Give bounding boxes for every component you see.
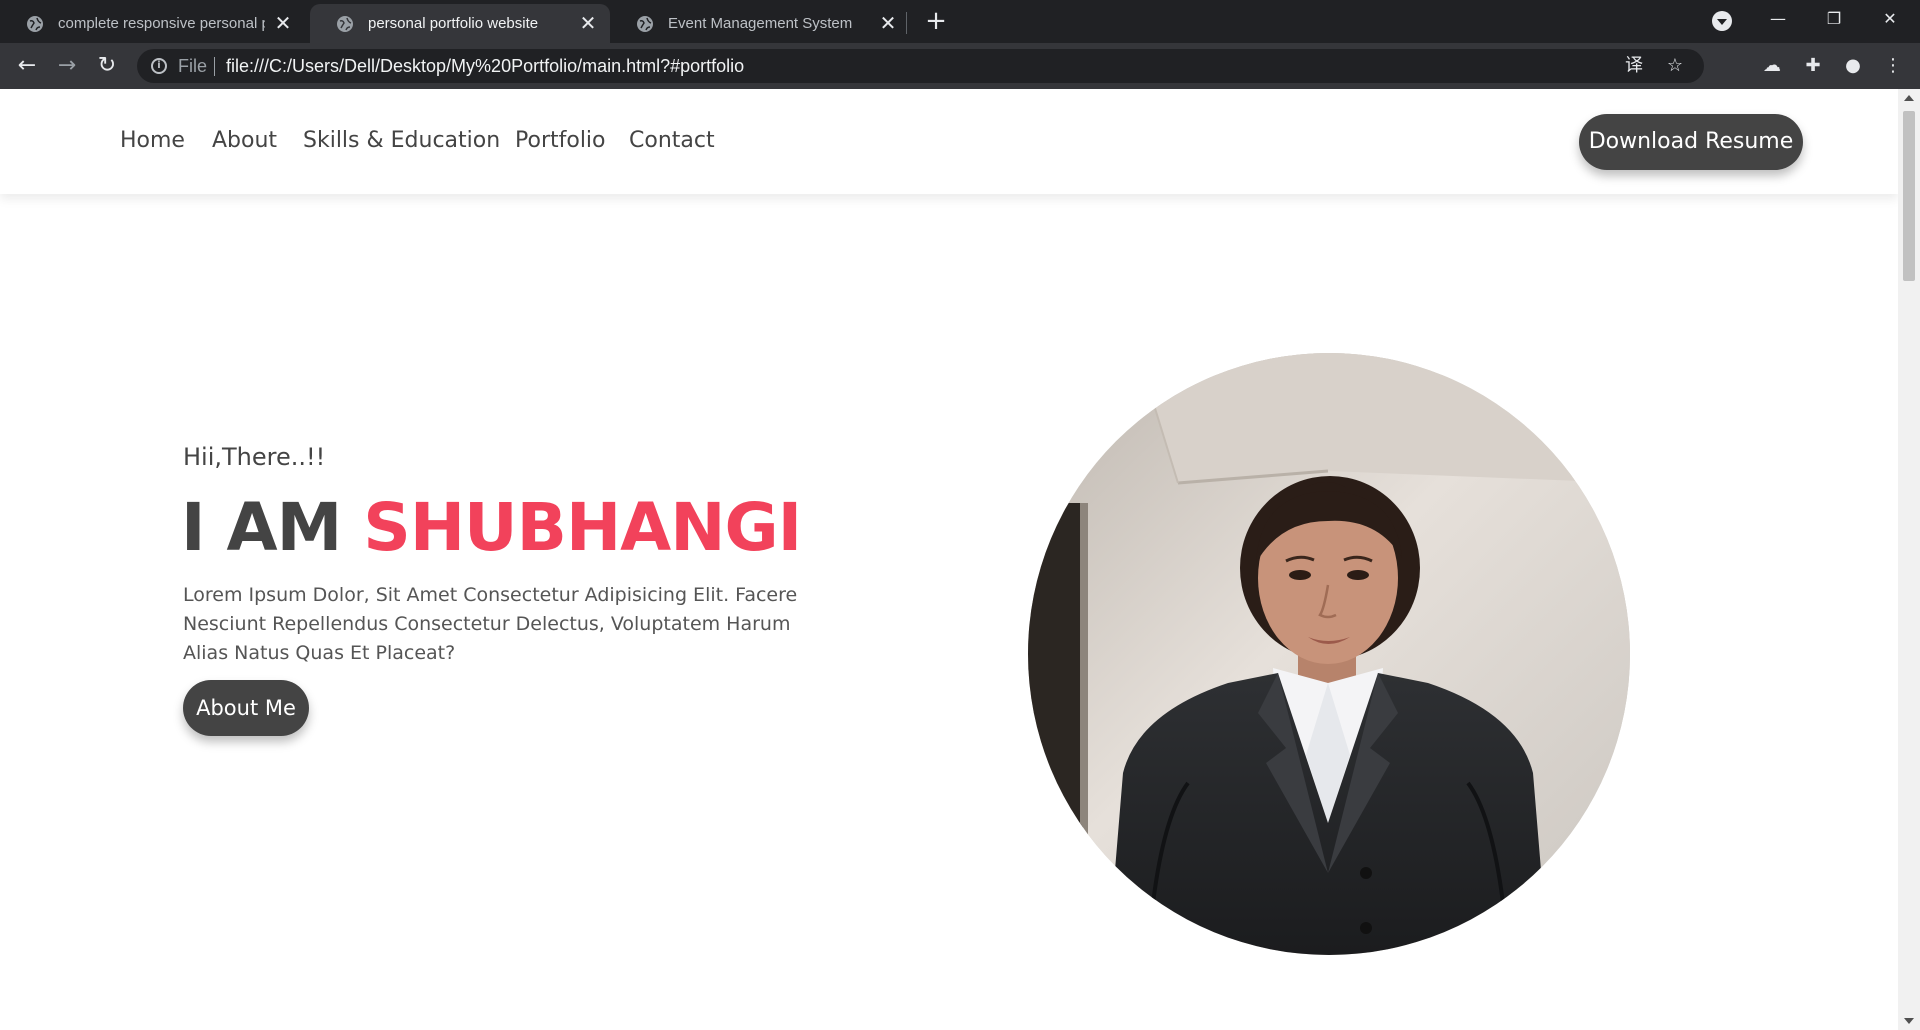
browser-tab-strip: complete responsive personal portfolio w… bbox=[0, 0, 1920, 43]
scrollbar-thumb[interactable] bbox=[1903, 111, 1915, 281]
tab-event-management[interactable]: Event Management System ✕ bbox=[610, 4, 910, 43]
tab-close-icon[interactable]: ✕ bbox=[878, 11, 898, 36]
scheme-label: File bbox=[178, 56, 208, 76]
nav-link-portfolio[interactable]: Portfolio bbox=[515, 128, 606, 153]
nav-link-home[interactable]: Home bbox=[120, 128, 185, 153]
scroll-down-arrow-icon[interactable] bbox=[1904, 1018, 1914, 1024]
address-bar[interactable]: i File file:///C:/Users/Dell/Desktop/My%… bbox=[137, 49, 1704, 83]
hero-title-prefix: I AM bbox=[181, 489, 342, 566]
page-viewport: Home About Skills & Education Portfolio … bbox=[0, 89, 1898, 1030]
nav-link-about[interactable]: About bbox=[212, 128, 277, 153]
tab-close-icon[interactable]: ✕ bbox=[578, 11, 598, 36]
address-separator bbox=[214, 57, 215, 76]
globe-icon bbox=[337, 15, 353, 32]
reload-icon[interactable]: ↻ bbox=[93, 52, 121, 80]
profile-photo-illustration bbox=[1028, 353, 1630, 955]
hero-title-name: SHUBHANGI bbox=[363, 489, 802, 566]
restore-button[interactable]: ❐ bbox=[1806, 0, 1862, 40]
nav-link-contact[interactable]: Contact bbox=[629, 128, 715, 153]
forward-arrow-icon[interactable]: → bbox=[53, 52, 81, 80]
download-resume-button[interactable]: Download Resume bbox=[1579, 114, 1803, 170]
tab-portfolio-tutorial[interactable]: complete responsive personal portfolio w… bbox=[0, 4, 305, 43]
tab-personal-portfolio[interactable]: personal portfolio website ✕ bbox=[310, 4, 610, 43]
bookmark-star-icon[interactable]: ☆ bbox=[1664, 55, 1686, 77]
globe-icon bbox=[637, 15, 653, 32]
minimize-button[interactable]: — bbox=[1750, 0, 1806, 40]
tab-close-icon[interactable]: ✕ bbox=[273, 11, 293, 36]
window-close-button[interactable]: ✕ bbox=[1862, 0, 1918, 40]
tab-title: Event Management System bbox=[668, 15, 853, 32]
cloud-extension-icon[interactable]: ☁ bbox=[1761, 55, 1783, 77]
back-arrow-icon[interactable]: ← bbox=[13, 52, 41, 80]
extensions-puzzle-icon[interactable]: ✚ bbox=[1802, 55, 1824, 77]
profile-icon[interactable]: ● bbox=[1842, 55, 1864, 77]
profile-photo bbox=[1028, 353, 1630, 955]
globe-icon bbox=[27, 15, 43, 32]
hero-greeting: Hii,There..!! bbox=[183, 443, 326, 471]
hero-title: I AM SHUBHANGI bbox=[181, 489, 802, 566]
url-text[interactable]: file:///C:/Users/Dell/Desktop/My%20Portf… bbox=[226, 56, 744, 77]
tab-title: complete responsive personal portfolio w… bbox=[58, 15, 265, 32]
page-scrollbar[interactable] bbox=[1898, 89, 1920, 1030]
site-info-icon[interactable]: i bbox=[151, 58, 167, 74]
browser-toolbar: ← → ↻ i File file:///C:/Users/Dell/Deskt… bbox=[0, 43, 1920, 89]
browser-menu-icon[interactable]: ⋮ bbox=[1882, 55, 1904, 77]
nav-link-skills-education[interactable]: Skills & Education bbox=[303, 128, 500, 153]
tab-search-icon[interactable] bbox=[1712, 11, 1732, 31]
scroll-up-arrow-icon[interactable] bbox=[1904, 95, 1914, 101]
translate-icon[interactable]: 译 bbox=[1623, 55, 1645, 77]
about-me-button[interactable]: About Me bbox=[183, 680, 309, 736]
hero-description: Lorem Ipsum Dolor, Sit Amet Consectetur … bbox=[183, 584, 798, 664]
tab-title: personal portfolio website bbox=[368, 15, 539, 32]
tab-separator bbox=[906, 12, 907, 34]
site-header: Home About Skills & Education Portfolio … bbox=[0, 89, 1898, 194]
new-tab-button[interactable]: + bbox=[922, 7, 950, 35]
